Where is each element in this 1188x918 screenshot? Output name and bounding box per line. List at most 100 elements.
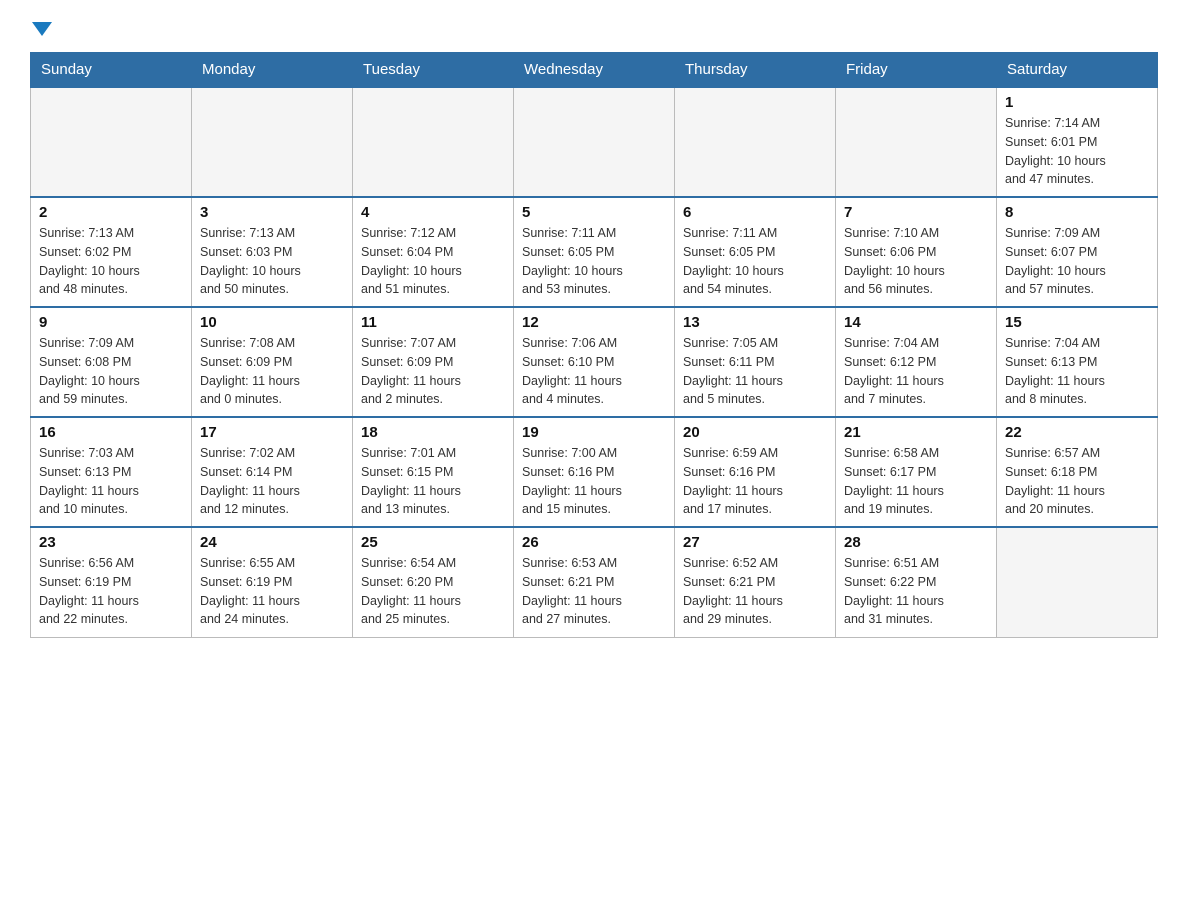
day-info: Sunrise: 7:11 AM Sunset: 6:05 PM Dayligh… <box>683 224 827 299</box>
day-info: Sunrise: 7:13 AM Sunset: 6:03 PM Dayligh… <box>200 224 344 299</box>
calendar-cell: 10Sunrise: 7:08 AM Sunset: 6:09 PM Dayli… <box>192 307 353 417</box>
header-thursday: Thursday <box>675 53 836 88</box>
day-number: 6 <box>683 204 827 221</box>
calendar-cell: 22 Sunrise: 6:57 AM Sunset: 6:18 PM Dayli… <box>997 417 1158 527</box>
calendar-cell <box>353 87 514 197</box>
calendar-cell <box>31 87 192 197</box>
calendar-cell <box>675 87 836 197</box>
calendar-cell: 23Sunrise: 6:56 AM Sunset: 6:19 PM Dayli… <box>31 527 192 637</box>
calendar-week-row: 2 Sunrise: 7:13 AM Sunset: 6:02 PM Daylig… <box>31 197 1158 307</box>
day-number: 27 <box>683 534 827 551</box>
calendar-cell: 24 Sunrise: 6:55 AM Sunset: 6:19 PM Dayli… <box>192 527 353 637</box>
day-number: 25 <box>361 534 505 551</box>
calendar-table: Sunday Monday Tuesday Wednesday Thursday… <box>30 52 1158 638</box>
day-number: 4 <box>361 204 505 221</box>
day-info: Sunrise: 7:12 AM Sunset: 6:04 PM Dayligh… <box>361 224 505 299</box>
day-number: 9 <box>39 314 183 331</box>
day-number: 16 <box>39 424 183 441</box>
calendar-cell <box>192 87 353 197</box>
day-number: 26 <box>522 534 666 551</box>
calendar-cell: 17 Sunrise: 7:02 AM Sunset: 6:14 PM Dayli… <box>192 417 353 527</box>
day-number: 12 <box>522 314 666 331</box>
calendar-cell: 12 Sunrise: 7:06 AM Sunset: 6:10 PM Dayli… <box>514 307 675 417</box>
day-info: Sunrise: 6:56 AM Sunset: 6:19 PM Dayligh… <box>39 554 183 629</box>
day-number: 28 <box>844 534 988 551</box>
calendar-cell: 9 Sunrise: 7:09 AM Sunset: 6:08 PM Daylig… <box>31 307 192 417</box>
day-number: 1 <box>1005 94 1149 111</box>
calendar-cell: 1Sunrise: 7:14 AM Sunset: 6:01 PM Daylig… <box>997 87 1158 197</box>
day-number: 22 <box>1005 424 1149 441</box>
calendar-cell: 16 Sunrise: 7:03 AM Sunset: 6:13 PM Dayli… <box>31 417 192 527</box>
day-number: 11 <box>361 314 505 331</box>
header-saturday: Saturday <box>997 53 1158 88</box>
day-info: Sunrise: 6:58 AM Sunset: 6:17 PM Dayligh… <box>844 444 988 519</box>
day-number: 13 <box>683 314 827 331</box>
day-info: Sunrise: 7:02 AM Sunset: 6:14 PM Dayligh… <box>200 444 344 519</box>
day-number: 20 <box>683 424 827 441</box>
day-info: Sunrise: 7:04 AM Sunset: 6:12 PM Dayligh… <box>844 334 988 409</box>
calendar-cell: 3 Sunrise: 7:13 AM Sunset: 6:03 PM Daylig… <box>192 197 353 307</box>
calendar-cell: 13 Sunrise: 7:05 AM Sunset: 6:11 PM Dayli… <box>675 307 836 417</box>
calendar-cell: 15 Sunrise: 7:04 AM Sunset: 6:13 PM Dayli… <box>997 307 1158 417</box>
day-number: 8 <box>1005 204 1149 221</box>
header-tuesday: Tuesday <box>353 53 514 88</box>
day-info: Sunrise: 7:09 AM Sunset: 6:07 PM Dayligh… <box>1005 224 1149 299</box>
calendar-cell: 21 Sunrise: 6:58 AM Sunset: 6:17 PM Dayli… <box>836 417 997 527</box>
calendar-cell: 7 Sunrise: 7:10 AM Sunset: 6:06 PM Daylig… <box>836 197 997 307</box>
day-info: Sunrise: 6:55 AM Sunset: 6:19 PM Dayligh… <box>200 554 344 629</box>
logo-arrow-icon <box>32 22 52 36</box>
day-number: 2 <box>39 204 183 221</box>
day-info: Sunrise: 7:06 AM Sunset: 6:10 PM Dayligh… <box>522 334 666 409</box>
day-info: Sunrise: 6:54 AM Sunset: 6:20 PM Dayligh… <box>361 554 505 629</box>
day-number: 14 <box>844 314 988 331</box>
weekday-header-row: Sunday Monday Tuesday Wednesday Thursday… <box>31 53 1158 88</box>
day-number: 10 <box>200 314 344 331</box>
calendar-cell: 14 Sunrise: 7:04 AM Sunset: 6:12 PM Dayli… <box>836 307 997 417</box>
day-info: Sunrise: 7:04 AM Sunset: 6:13 PM Dayligh… <box>1005 334 1149 409</box>
calendar-cell: 6 Sunrise: 7:11 AM Sunset: 6:05 PM Daylig… <box>675 197 836 307</box>
calendar-week-row: 16 Sunrise: 7:03 AM Sunset: 6:13 PM Dayli… <box>31 417 1158 527</box>
calendar-cell: 18 Sunrise: 7:01 AM Sunset: 6:15 PM Dayli… <box>353 417 514 527</box>
calendar-cell <box>514 87 675 197</box>
day-info: Sunrise: 6:57 AM Sunset: 6:18 PM Dayligh… <box>1005 444 1149 519</box>
calendar-cell: 8 Sunrise: 7:09 AM Sunset: 6:07 PM Daylig… <box>997 197 1158 307</box>
calendar-cell: 19 Sunrise: 7:00 AM Sunset: 6:16 PM Dayli… <box>514 417 675 527</box>
calendar-cell: 27 Sunrise: 6:52 AM Sunset: 6:21 PM Dayli… <box>675 527 836 637</box>
page-header <box>30 20 1158 36</box>
day-info: Sunrise: 7:07 AM Sunset: 6:09 PM Dayligh… <box>361 334 505 409</box>
day-number: 19 <box>522 424 666 441</box>
day-info: Sunrise: 7:10 AM Sunset: 6:06 PM Dayligh… <box>844 224 988 299</box>
day-number: 18 <box>361 424 505 441</box>
calendar-cell: 11 Sunrise: 7:07 AM Sunset: 6:09 PM Dayli… <box>353 307 514 417</box>
day-info: Sunrise: 7:09 AM Sunset: 6:08 PM Dayligh… <box>39 334 183 409</box>
day-number: 24 <box>200 534 344 551</box>
day-info: Sunrise: 7:01 AM Sunset: 6:15 PM Dayligh… <box>361 444 505 519</box>
calendar-cell <box>836 87 997 197</box>
day-number: 17 <box>200 424 344 441</box>
day-info: Sunrise: 7:05 AM Sunset: 6:11 PM Dayligh… <box>683 334 827 409</box>
header-sunday: Sunday <box>31 53 192 88</box>
day-info: Sunrise: 6:53 AM Sunset: 6:21 PM Dayligh… <box>522 554 666 629</box>
calendar-cell: 5Sunrise: 7:11 AM Sunset: 6:05 PM Daylig… <box>514 197 675 307</box>
day-info: Sunrise: 6:51 AM Sunset: 6:22 PM Dayligh… <box>844 554 988 629</box>
day-info: Sunrise: 6:59 AM Sunset: 6:16 PM Dayligh… <box>683 444 827 519</box>
day-number: 7 <box>844 204 988 221</box>
day-number: 15 <box>1005 314 1149 331</box>
header-wednesday: Wednesday <box>514 53 675 88</box>
day-info: Sunrise: 6:52 AM Sunset: 6:21 PM Dayligh… <box>683 554 827 629</box>
calendar-week-row: 9 Sunrise: 7:09 AM Sunset: 6:08 PM Daylig… <box>31 307 1158 417</box>
header-friday: Friday <box>836 53 997 88</box>
day-info: Sunrise: 7:13 AM Sunset: 6:02 PM Dayligh… <box>39 224 183 299</box>
calendar-cell: 28 Sunrise: 6:51 AM Sunset: 6:22 PM Dayli… <box>836 527 997 637</box>
calendar-cell: 4 Sunrise: 7:12 AM Sunset: 6:04 PM Daylig… <box>353 197 514 307</box>
logo <box>30 20 54 36</box>
day-info: Sunrise: 7:03 AM Sunset: 6:13 PM Dayligh… <box>39 444 183 519</box>
calendar-week-row: 23Sunrise: 6:56 AM Sunset: 6:19 PM Dayli… <box>31 527 1158 637</box>
calendar-cell: 26 Sunrise: 6:53 AM Sunset: 6:21 PM Dayli… <box>514 527 675 637</box>
calendar-cell: 20 Sunrise: 6:59 AM Sunset: 6:16 PM Dayli… <box>675 417 836 527</box>
day-number: 21 <box>844 424 988 441</box>
day-info: Sunrise: 7:00 AM Sunset: 6:16 PM Dayligh… <box>522 444 666 519</box>
day-number: 3 <box>200 204 344 221</box>
calendar-cell <box>997 527 1158 637</box>
calendar-week-row: 1Sunrise: 7:14 AM Sunset: 6:01 PM Daylig… <box>31 87 1158 197</box>
